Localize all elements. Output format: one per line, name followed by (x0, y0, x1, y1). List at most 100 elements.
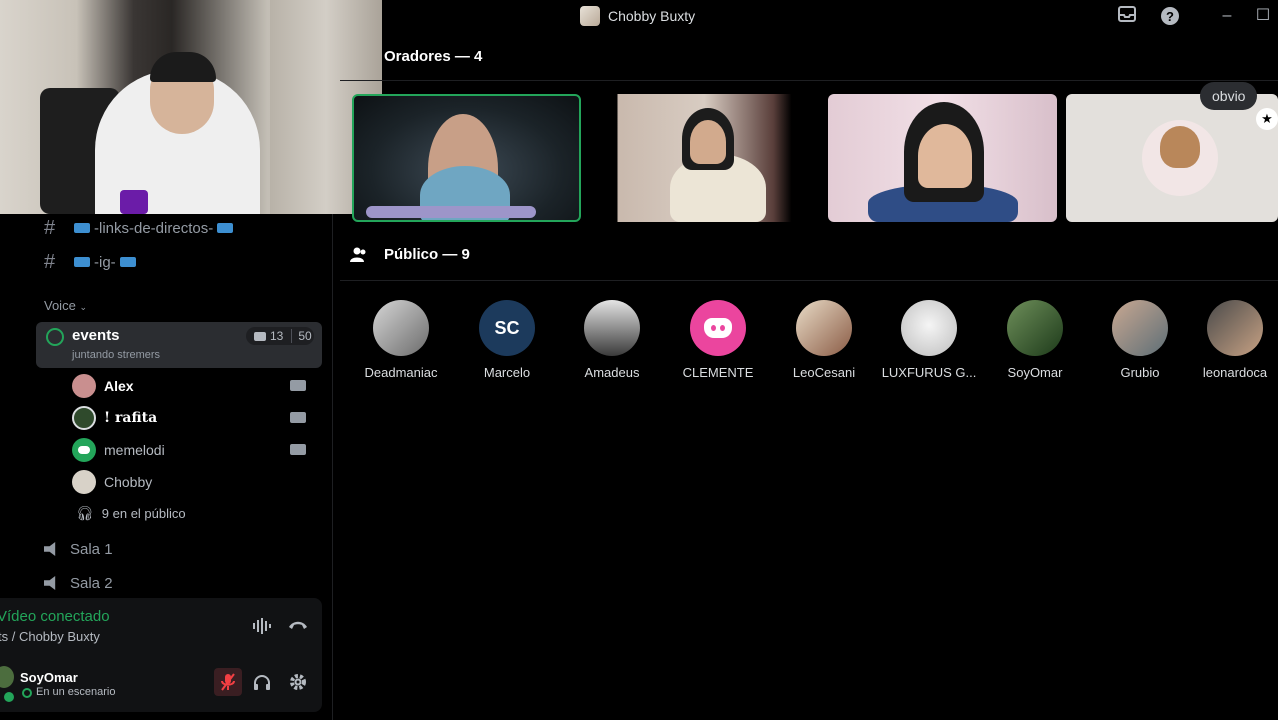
audience-member-name: SoyOmar (1007, 365, 1063, 380)
voice-room-sala-1[interactable]: Sala 1 (44, 537, 113, 561)
stage-topic: juntando stremers (72, 349, 161, 361)
avatar (584, 300, 640, 356)
voice-category[interactable]: Voice ⌄ (44, 298, 87, 313)
audience-member-name: LUXFURUS G... (881, 365, 977, 380)
video-camera-icon (290, 444, 306, 455)
speaker-avatar-tile[interactable] (1066, 94, 1278, 222)
microphone (120, 190, 148, 214)
avatar (796, 300, 852, 356)
avatar (1007, 300, 1063, 356)
video-camera-icon (290, 380, 306, 391)
avatar (1207, 300, 1263, 356)
stage-participant[interactable]: Alex (72, 373, 134, 399)
audience-member-name: Marcelo (483, 365, 531, 380)
audience-member-name: CLEMENTE (682, 365, 754, 380)
speaker-figure (690, 120, 726, 164)
voice-room-label: Sala 2 (70, 574, 113, 592)
audience-member[interactable]: SC Marcelo (454, 300, 560, 380)
flag-icon (74, 257, 90, 267)
participant-name: memelodi (104, 442, 165, 458)
gear-icon[interactable] (284, 668, 312, 696)
audience-member[interactable]: CLEMENTE (665, 300, 771, 380)
voice-room-sala-2[interactable]: Sala 2 (44, 571, 113, 595)
star-icon: ★ (1256, 108, 1278, 130)
speaker-video-tile[interactable] (828, 94, 1057, 222)
user-name: SoyOmar (20, 670, 78, 685)
window-title: Chobby Buxty (580, 6, 695, 26)
participant-name: Alex (104, 378, 134, 394)
speaker-video-tile[interactable] (590, 94, 819, 222)
channel-label: -links-de-directos- (94, 219, 214, 237)
avatar (72, 374, 96, 398)
audience-title: Público — 9 (384, 246, 470, 263)
user-limit: 50 (291, 329, 312, 343)
audience-member[interactable]: Amadeus (559, 300, 665, 380)
online-status-dot (2, 690, 16, 704)
stage-participant[interactable]: memelodi (72, 437, 165, 463)
hash-icon: # (44, 250, 56, 273)
noise-suppression-icon[interactable] (252, 618, 272, 634)
svg-text:?: ? (1166, 9, 1174, 24)
dog-avatar (1160, 126, 1200, 168)
stage-participant[interactable]: Chobby (72, 469, 152, 495)
user-status: En un escenario (36, 686, 116, 698)
stage-status-icon (22, 688, 32, 698)
speakers-title: Oradores — 4 (384, 48, 483, 65)
headphones-icon: 🎧︎ (76, 504, 94, 521)
voice-room-label: Sala 1 (70, 540, 113, 558)
audience-member[interactable]: Deadmaniac (348, 300, 454, 380)
help-icon[interactable]: ? (1159, 6, 1181, 26)
flag-icon (217, 223, 234, 233)
speaker-tooltip: obvio (1200, 82, 1258, 110)
stage-icon (46, 328, 64, 346)
overlay-graphic (366, 206, 536, 218)
discord-avatar-icon (72, 438, 96, 462)
audience-member[interactable]: LeoCesani (771, 300, 877, 380)
audience-member-name: Amadeus (584, 365, 640, 380)
audience-member[interactable]: LUXFURUS G... (876, 300, 982, 380)
server-avatar (580, 6, 600, 26)
audience-list: Deadmaniac SC Marcelo Amadeus CLEMENTE L… (350, 300, 1278, 390)
video-count: 13 (270, 329, 284, 343)
stage-name: events (72, 327, 120, 344)
streamer-cap (150, 52, 216, 82)
audience-member[interactable]: Grubio (1087, 300, 1193, 380)
chevron-down-icon: ⌄ (79, 302, 87, 312)
audience-member[interactable]: SoyOmar (982, 300, 1088, 380)
participant-name: Chobby (104, 474, 153, 490)
avatar (1112, 300, 1168, 356)
voice-category-label: Voice (44, 298, 76, 313)
hash-icon: # (44, 216, 56, 239)
stage-participant[interactable]: ! rafita (72, 405, 157, 431)
headphones-icon[interactable] (248, 668, 276, 696)
avatar (72, 470, 96, 494)
video-camera-icon (290, 412, 306, 423)
speaker-figure (918, 124, 972, 188)
flag-icon (119, 257, 136, 267)
avatar (901, 300, 957, 356)
voice-connection-panel (0, 598, 322, 654)
audience-member[interactable]: leonardoca (1192, 300, 1278, 380)
channel-links-de-directos[interactable]: # -links-de-directos- (44, 216, 237, 240)
speaker-video-tile[interactable] (352, 94, 581, 222)
mute-microphone-icon[interactable] (214, 668, 242, 696)
connection-status[interactable]: Vídeo conectado (0, 608, 110, 625)
audience-icon (350, 247, 368, 263)
avatar (72, 406, 96, 430)
speaker-icon (44, 576, 56, 590)
window-title-text: Chobby Buxty (608, 8, 696, 24)
audience-member-name: leonardoca (1202, 365, 1268, 380)
flag-icon (74, 223, 90, 233)
stage-count-badge: 13 50 (246, 327, 314, 345)
minimize-button[interactable]: – (1216, 6, 1238, 26)
audience-member-name: Grubio (1120, 365, 1160, 380)
channel-ig[interactable]: # -ig- (44, 250, 140, 274)
disconnect-icon[interactable] (288, 618, 308, 634)
audience-member-name: LeoCesani (792, 365, 856, 380)
inbox-icon[interactable] (1116, 6, 1138, 26)
divider (340, 280, 1278, 281)
audience-member-name: Deadmaniac (364, 365, 438, 380)
video-camera-icon (254, 331, 266, 341)
maximize-button[interactable]: ☐ (1252, 6, 1274, 26)
audience-summary[interactable]: 🎧︎ 9 en el público (76, 500, 186, 526)
